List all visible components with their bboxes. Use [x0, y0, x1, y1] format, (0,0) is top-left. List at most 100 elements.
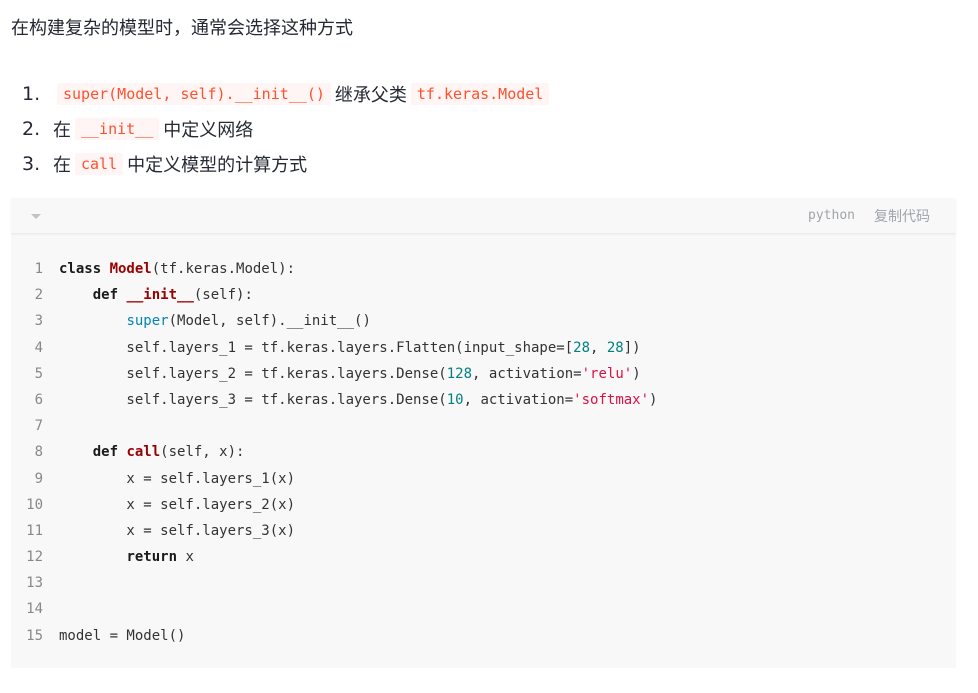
code-token: self.layers_3 = tf.keras.layers.Dense(	[59, 391, 447, 408]
code-line: 13	[11, 570, 657, 596]
code-token: return	[126, 549, 178, 566]
code-line: 15 model = Model()	[11, 623, 657, 649]
code-line: 1 class Model(tf.keras.Model):	[11, 256, 657, 282]
code-line: 10 x = self.layers_2(x)	[11, 492, 657, 518]
code-block-header: python 复制代码	[11, 198, 956, 234]
code-token: x	[177, 549, 194, 566]
line-number: 8	[34, 444, 43, 461]
code-token: __init__	[126, 287, 194, 304]
line-number: 7	[34, 418, 43, 435]
code-token: 'relu'	[581, 365, 633, 382]
code-content: self.layers_2 = tf.keras.layers.Dense(12…	[59, 361, 641, 387]
line-number: 4	[34, 339, 43, 356]
step-item-1: 1. super(Model, self).__init__() 继承父类 tf…	[22, 76, 553, 111]
code-line: 5 self.layers_2 = tf.keras.layers.Dense(…	[11, 361, 657, 387]
code-token: , activation=	[472, 365, 582, 382]
code-token: call	[126, 444, 161, 461]
code-content: class Model(tf.keras.Model):	[59, 256, 295, 282]
step-text: 在	[53, 119, 71, 141]
line-number: 3	[34, 313, 43, 330]
code-token: )	[632, 365, 641, 382]
code-token: 28	[573, 339, 591, 356]
step-item-2: 2. 在 __init__ 中定义网络	[22, 111, 553, 146]
code-token: (self):	[193, 287, 253, 304]
inline-code: tf.keras.Model	[410, 82, 550, 105]
code-content: model = Model()	[59, 623, 185, 649]
code-token: self.layers_1 = tf.keras.layers.Flatten(…	[59, 339, 574, 356]
code-line: 4 self.layers_1 = tf.keras.layers.Flatte…	[11, 335, 657, 361]
line-number: 10	[26, 496, 43, 513]
code-content: self.layers_1 = tf.keras.layers.Flatten(…	[59, 335, 641, 361]
line-number: 15	[26, 627, 43, 644]
line-number: 13	[26, 575, 43, 592]
line-number: 1	[34, 261, 43, 277]
code-token: def	[92, 444, 127, 461]
code-token: 10	[446, 391, 464, 408]
intro-paragraph: 在构建复杂的模型时，通常会选择这种方式	[11, 18, 353, 39]
code-content: super(Model, self).__init__()	[59, 308, 371, 334]
step-text: 继承父类	[334, 84, 407, 106]
step-item-3: 3. 在 call 中定义模型的计算方式	[22, 146, 553, 181]
code-content: x = self.layers_3(x)	[59, 518, 295, 544]
code-token: super	[126, 313, 169, 330]
code-token: model = Model()	[59, 627, 186, 644]
code-token: (tf.keras.Model):	[151, 261, 296, 277]
code-content: x = self.layers_2(x)	[59, 492, 295, 518]
step-text: 中定义模型的计算方式	[127, 154, 308, 176]
code-token: x = self.layers_2(x)	[59, 496, 296, 513]
code-token: (Model, self).__init__()	[168, 313, 371, 330]
code-token: class	[59, 261, 110, 277]
line-number: 14	[26, 601, 43, 618]
code-line: 2 def __init__(self):	[11, 282, 657, 308]
code-line: 9 x = self.layers_1(x)	[11, 466, 657, 492]
code-token: x = self.layers_1(x)	[59, 470, 296, 487]
language-label: python	[808, 208, 855, 223]
code-token: self.layers_2 = tf.keras.layers.Dense(	[59, 365, 447, 382]
code-lines[interactable]: 1 class Model(tf.keras.Model): 2 def __ini…	[11, 256, 657, 649]
code-token: 28	[606, 339, 624, 356]
code-content: self.layers_3 = tf.keras.layers.Dense(10…	[59, 387, 657, 413]
code-token: ])	[623, 339, 641, 356]
code-line: 12 return x	[11, 544, 657, 570]
steps-list: 1. super(Model, self).__init__() 继承父类 tf…	[22, 76, 553, 181]
line-number: 2	[34, 287, 43, 304]
step-number: 1.	[22, 82, 41, 105]
code-token: )	[649, 391, 658, 408]
code-block: python 复制代码 1 class Model(tf.keras.Model)…	[11, 198, 956, 668]
line-number: 9	[34, 470, 43, 487]
code-token: Model	[109, 261, 152, 277]
line-number: 11	[26, 522, 43, 539]
code-line: 3 super(Model, self).__init__()	[11, 308, 657, 334]
inline-code: call	[75, 152, 124, 175]
code-line: 6 self.layers_3 = tf.keras.layers.Dense(…	[11, 387, 658, 413]
line-number: 12	[26, 549, 43, 566]
code-token: ,	[590, 339, 607, 356]
step-number: 3.	[22, 152, 41, 175]
code-content: def call(self, x):	[59, 439, 245, 465]
code-token: , activation=	[463, 391, 574, 408]
line-number: 6	[34, 391, 43, 408]
step-text: 在	[53, 154, 71, 176]
step-text: 中定义网络	[163, 119, 254, 141]
copy-code-button[interactable]: 复制代码	[874, 206, 930, 226]
line-number: 5	[34, 365, 43, 382]
code-token: (self, x):	[160, 444, 245, 461]
step-number: 2.	[22, 117, 41, 140]
code-line: 8 def call(self, x):	[11, 439, 657, 465]
code-token: def	[92, 287, 127, 304]
code-line: 11 x = self.layers_3(x)	[11, 518, 657, 544]
inline-code: super(Model, self).__init__()	[57, 82, 331, 105]
code-line: 14	[11, 596, 657, 622]
collapse-caret-icon[interactable]	[31, 214, 41, 219]
code-token: x = self.layers_3(x)	[59, 522, 296, 539]
code-token: 128	[446, 365, 473, 382]
code-line: 7	[11, 413, 657, 439]
code-content: def __init__(self):	[59, 282, 253, 308]
inline-code: __init__	[75, 117, 160, 140]
code-content: return x	[59, 544, 194, 570]
code-token: 'softmax'	[573, 391, 650, 408]
code-content: x = self.layers_1(x)	[59, 466, 295, 492]
